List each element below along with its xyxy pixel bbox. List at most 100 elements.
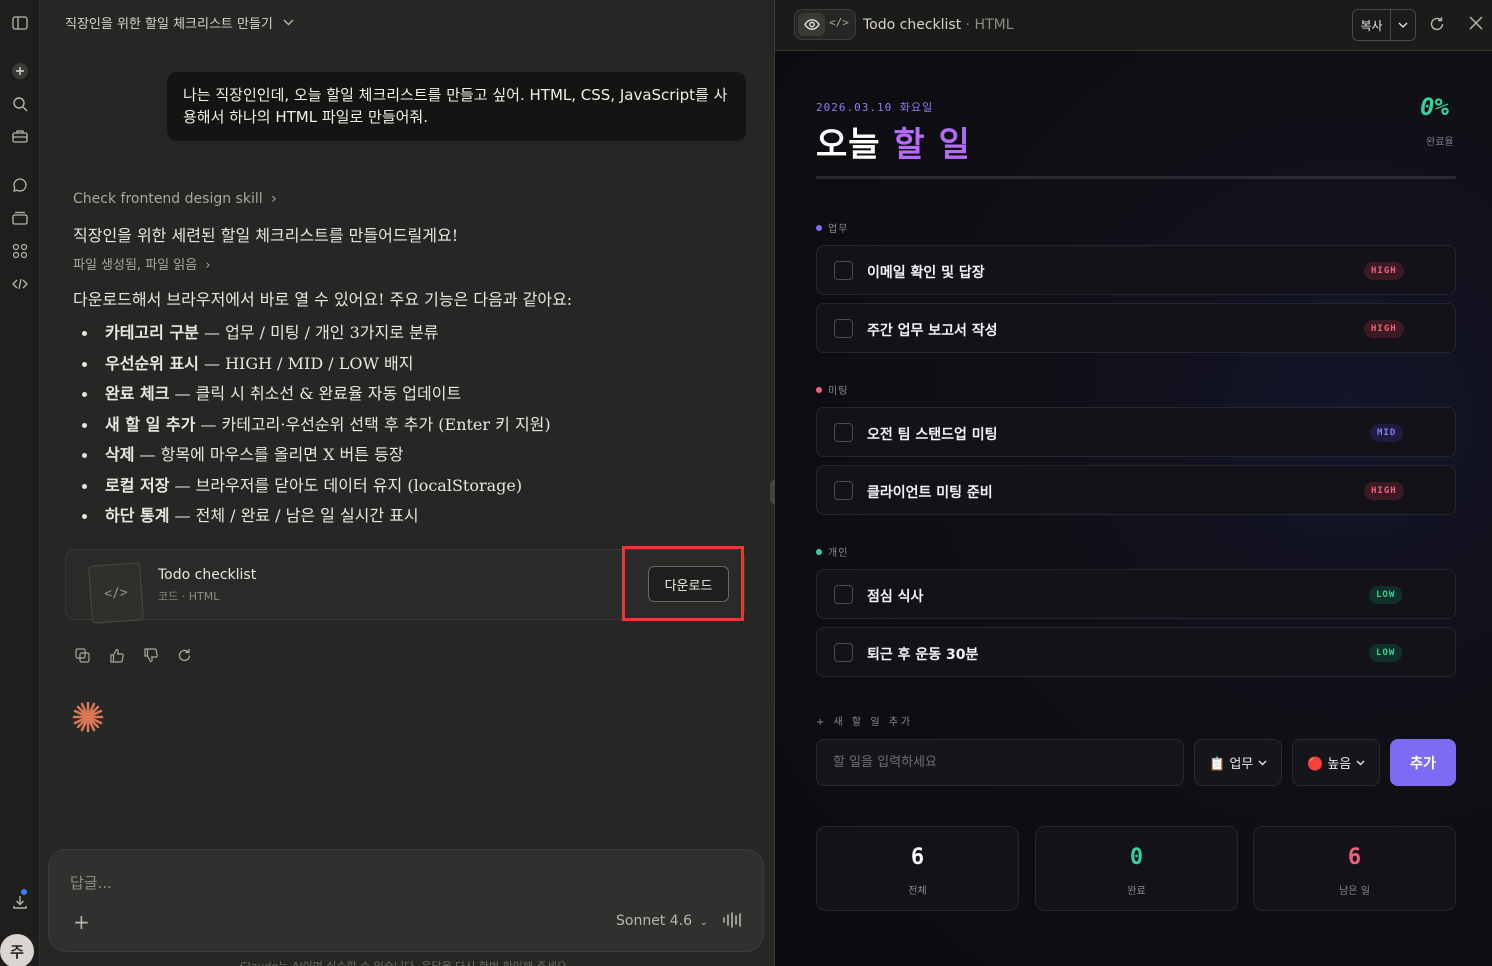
model-selector[interactable]: Sonnet 4.6 ⌄ (616, 913, 708, 929)
artifact-name: Todo checklist (158, 567, 257, 583)
task-checkbox[interactable] (834, 319, 853, 338)
feature-bold: 카테고리 구분 (105, 323, 199, 342)
category-dot (816, 386, 822, 393)
view-toggle: </> (794, 9, 856, 40)
reload-icon[interactable] (1429, 16, 1445, 36)
list-item: 새 할 일 추가 — 카테고리·우선순위 선택 후 추가 (Enter 키 지원… (73, 410, 733, 441)
feature-text: — 업무 / 미팅 / 개인 3가지로 분류 (198, 323, 439, 342)
briefcase-icon[interactable] (6, 122, 34, 150)
voice-icon[interactable] (722, 912, 744, 932)
task-item[interactable]: 오전 팀 스탠드업 미팅 MID (816, 407, 1456, 457)
model-label: Sonnet 4.6 (616, 913, 693, 929)
task-item[interactable]: 주간 업무 보고서 작성 HIGH (816, 303, 1456, 353)
avatar[interactable]: 주 (0, 934, 34, 966)
chevron-down-icon (1356, 755, 1365, 770)
category-header-work: 업무 (816, 220, 848, 235)
category-dot (816, 224, 822, 231)
chat-title[interactable]: 직장인을 위한 할일 체크리스트 만들기 (65, 13, 294, 32)
user-message: 나는 직장인인데, 오늘 할일 체크리스트를 만들고 싶어. HTML, CSS… (167, 72, 746, 141)
skill-link-label: Check frontend design skill (73, 191, 263, 207)
task-item[interactable]: 클라이언트 미팅 준비 HIGH (816, 465, 1456, 515)
feature-text: — 카테고리·우선순위 선택 후 추가 (Enter 키 지원) (195, 414, 551, 434)
new-chat-icon[interactable] (6, 57, 34, 85)
assistant-intro: 직장인을 위한 세련된 할일 체크리스트를 만들어드릴게요! (73, 226, 459, 245)
task-checkbox[interactable] (834, 585, 853, 604)
add-section-label: + 새 할 일 추가 (816, 717, 914, 728)
priority-badge: LOW (1369, 586, 1403, 604)
code-icon[interactable] (6, 270, 34, 298)
priority-badge: HIGH (1364, 262, 1404, 280)
task-item[interactable]: 이메일 확인 및 답장 HIGH (816, 245, 1456, 295)
feature-text: — 브라우저를 닫아도 데이터 유지 (localStorage) (169, 475, 523, 495)
eye-icon[interactable] (798, 13, 825, 36)
title-part-b: 할 일 (893, 125, 971, 165)
feature-text: — 전체 / 완료 / 남은 일 실시간 표시 (169, 506, 419, 525)
feature-list: 카테고리 구분 — 업무 / 미팅 / 개인 3가지로 분류 우선순위 표시 —… (73, 318, 733, 532)
task-name: 주간 업무 보고서 작성 (867, 323, 998, 339)
feature-bold: 하단 통계 (105, 506, 170, 525)
category-select-value: 📋 업무 (1209, 757, 1254, 772)
skill-link[interactable]: Check frontend design skill › (73, 191, 277, 207)
stat-label: 남은 일 (1339, 886, 1370, 897)
priority-select[interactable]: 🔴 높음 (1292, 739, 1380, 786)
stat-total: 6 전체 (816, 826, 1019, 911)
stat-value: 6 (1347, 845, 1362, 870)
chevron-right-icon: › (205, 258, 211, 273)
task-name: 클라이언트 미팅 준비 (867, 485, 993, 501)
chat-panel: 직장인을 위한 할일 체크리스트 만들기 나는 직장인인데, 오늘 할일 체크리… (40, 0, 774, 966)
task-checkbox[interactable] (834, 423, 853, 442)
download-button[interactable]: 다운로드 (648, 566, 729, 602)
task-checkbox[interactable] (834, 643, 853, 662)
files-link[interactable]: 파일 생성됨, 파일 읽음 › (73, 254, 211, 273)
completion-label: 완료율 (1426, 137, 1454, 148)
chats-icon[interactable] (6, 171, 34, 199)
thumbs-down-icon[interactable] (141, 646, 159, 664)
download-app-icon[interactable] (6, 888, 34, 916)
stat-value: 6 (910, 845, 925, 870)
completion-percent: 0% (1420, 93, 1449, 121)
preview-title-text: Todo checklist (863, 17, 962, 33)
chevron-down-icon (1258, 755, 1267, 770)
priority-badge: MID (1370, 424, 1404, 442)
reply-input[interactable]: 답글... (70, 872, 112, 893)
copy-icon[interactable] (73, 646, 91, 664)
composer: 답글... + Sonnet 4.6 ⌄ (48, 849, 764, 952)
category-select[interactable]: 📋 업무 (1194, 739, 1282, 786)
projects-icon[interactable] (6, 204, 34, 232)
category-label: 미팅 (828, 386, 849, 397)
message-actions (73, 646, 193, 664)
search-icon[interactable] (6, 90, 34, 118)
copy-dropdown-chevron-icon[interactable] (1391, 10, 1415, 40)
retry-icon[interactable] (175, 646, 193, 664)
thumbs-up-icon[interactable] (107, 646, 125, 664)
task-item[interactable]: 점심 식사 LOW (816, 569, 1456, 619)
feature-text: — 항목에 마우스를 올리면 X 버튼 등장 (134, 445, 404, 464)
task-item[interactable]: 퇴근 후 운동 30분 LOW (816, 627, 1456, 677)
artifacts-icon[interactable] (6, 237, 34, 265)
title-part-a: 오늘 (816, 125, 894, 165)
task-checkbox[interactable] (834, 261, 853, 280)
new-task-input[interactable] (816, 739, 1184, 786)
stat-done: 0 완료 (1035, 826, 1238, 911)
stat-value: 0 (1129, 845, 1144, 870)
left-rail: 주 (0, 0, 40, 966)
close-icon[interactable] (1469, 14, 1483, 35)
task-name: 이메일 확인 및 답장 (867, 265, 985, 281)
plus-icon[interactable]: + (73, 910, 90, 934)
code-view-icon[interactable]: </> (829, 16, 849, 29)
preview-title: Todo checklist · HTML (863, 17, 1014, 33)
priority-badge: HIGH (1364, 482, 1404, 500)
list-item: 완료 체크 — 클릭 시 취소선 & 완료율 자동 업데이트 (73, 379, 733, 410)
preview-title-suffix: · HTML (961, 17, 1014, 33)
notification-dot (21, 889, 27, 895)
list-item: 우선순위 표시 — HIGH / MID / LOW 배지 (73, 349, 733, 380)
feature-text: — HIGH / MID / LOW 배지 (198, 353, 414, 373)
assistant-lead: 다운로드해서 브라우저에서 바로 열 수 있어요! 주요 기능은 다음과 같아요… (73, 290, 573, 309)
stat-remaining: 6 남은 일 (1253, 826, 1456, 911)
feature-bold: 삭제 (105, 445, 135, 464)
copy-button[interactable]: 복사 (1353, 10, 1391, 40)
disclaimer: Claude는 AI이며 실수할 수 있습니다. 응답을 다시 한번 확인해 주… (240, 958, 570, 966)
task-checkbox[interactable] (834, 481, 853, 500)
sidebar-toggle-icon[interactable] (6, 9, 34, 37)
add-task-button[interactable]: 추가 (1390, 739, 1456, 786)
